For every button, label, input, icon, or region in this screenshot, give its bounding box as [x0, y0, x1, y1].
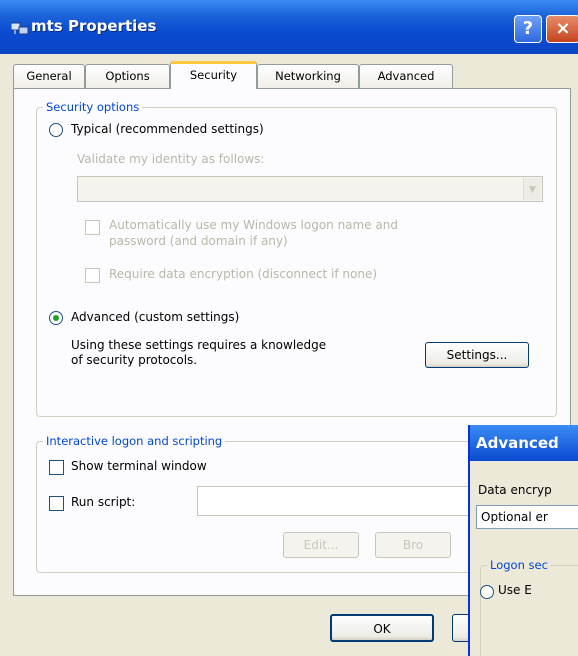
- auto-logon-checkbox[interactable]: [85, 220, 100, 235]
- use-option-radio[interactable]: [480, 585, 494, 599]
- window-title: mts Properties: [31, 17, 157, 35]
- security-options-title: Security options: [43, 100, 143, 114]
- logon-security-title: Logon sec: [487, 558, 551, 572]
- interactive-logon-title: Interactive logon and scripting: [43, 434, 226, 448]
- use-option-label: Use E: [498, 583, 532, 597]
- settings-button[interactable]: Settings...: [425, 342, 529, 368]
- ok-button[interactable]: OK: [330, 614, 434, 642]
- data-encryption-value: Optional er: [481, 510, 548, 524]
- typical-label: Typical (recommended settings): [71, 122, 264, 136]
- advanced-description-line1: Using these settings requires a knowledg…: [71, 338, 327, 352]
- edit-script-button[interactable]: Edit...: [283, 532, 359, 558]
- advanced-label: Advanced (custom settings): [71, 310, 240, 324]
- tab-options[interactable]: Options: [85, 64, 170, 88]
- run-script-checkbox[interactable]: [49, 496, 64, 511]
- require-encryption-label: Require data encryption (disconnect if n…: [109, 267, 378, 281]
- data-encryption-label: Data encryp: [478, 483, 552, 497]
- browse-script-button[interactable]: Bro: [375, 532, 451, 558]
- tab-security[interactable]: Security: [170, 61, 257, 89]
- show-terminal-checkbox[interactable]: [49, 460, 64, 475]
- advanced-radio[interactable]: [49, 311, 63, 325]
- radio-selected-dot: [53, 315, 59, 321]
- validate-identity-label: Validate my identity as follows:: [77, 152, 265, 166]
- advanced-security-dialog: Advanced Data encryp Optional er Logon s…: [468, 425, 578, 656]
- properties-dialog: mts Properties ? × General Options Secur…: [0, 0, 578, 656]
- require-encryption-checkbox[interactable]: [85, 268, 100, 283]
- advanced-description-line2: of security protocols.: [71, 353, 198, 367]
- auto-logon-label-line1: Automatically use my Windows logon name …: [109, 218, 398, 232]
- logon-security-group: Logon sec: [480, 558, 578, 656]
- tab-networking[interactable]: Networking: [257, 64, 359, 88]
- advanced-dialog-title[interactable]: Advanced: [470, 425, 578, 461]
- chevron-down-icon[interactable]: ▼: [523, 178, 541, 200]
- close-button[interactable]: ×: [546, 15, 578, 43]
- security-options-group: Security options Typical (recommended se…: [36, 100, 557, 417]
- auto-logon-label-line2: password (and domain if any): [109, 234, 288, 248]
- tab-general[interactable]: General: [13, 64, 85, 88]
- data-encryption-dropdown[interactable]: Optional er: [476, 505, 578, 529]
- help-button[interactable]: ?: [514, 15, 542, 43]
- run-script-label: Run script:: [71, 495, 136, 509]
- tab-advanced[interactable]: Advanced: [359, 64, 453, 88]
- network-connection-icon: [11, 22, 29, 35]
- validate-identity-dropdown[interactable]: ▼: [77, 176, 543, 202]
- title-bar[interactable]: mts Properties ? ×: [0, 0, 578, 54]
- show-terminal-label: Show terminal window: [71, 459, 207, 473]
- typical-radio[interactable]: [49, 123, 63, 137]
